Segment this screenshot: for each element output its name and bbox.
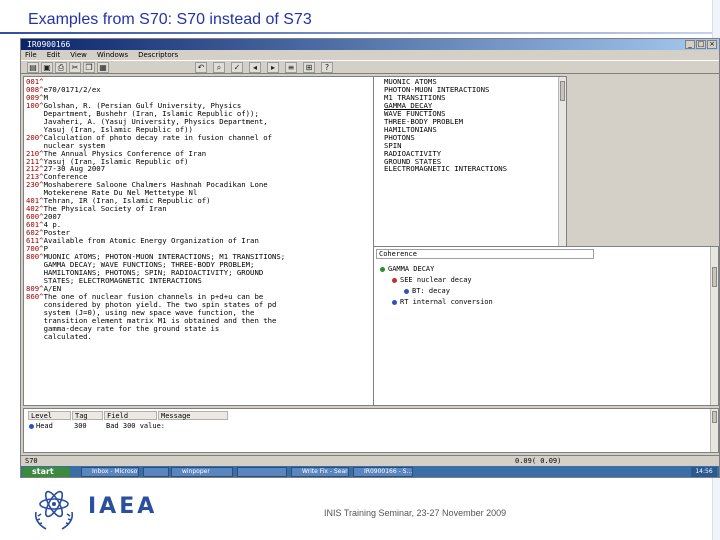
tree-node[interactable]: BT: decay bbox=[404, 287, 450, 295]
record-value: Available from Atomic Energy Organizatio… bbox=[43, 236, 259, 246]
tree-node[interactable]: GAMMA DECAY bbox=[380, 265, 434, 273]
start-button[interactable]: start bbox=[22, 467, 70, 477]
tree-node[interactable]: SEE nuclear decay bbox=[392, 276, 472, 284]
list-icon[interactable]: ≡ bbox=[285, 62, 297, 73]
window-controls: _ □ × bbox=[685, 40, 717, 49]
cut-icon[interactable]: ✂ bbox=[69, 62, 81, 73]
thesaurus-scrollbar[interactable] bbox=[710, 247, 718, 405]
taskbar-task[interactable]: winpoper bbox=[171, 467, 233, 477]
check-icon[interactable]: ✓ bbox=[231, 62, 243, 73]
descriptor-scroll-thumb[interactable] bbox=[560, 81, 565, 101]
status-bar: S70 0.09( 0.09) bbox=[21, 455, 719, 466]
record-value: The Physical Society of Iran bbox=[43, 204, 167, 214]
menu-descriptors[interactable]: Descriptors bbox=[138, 50, 178, 60]
taskbar: start Inbox - Microsoft ... winpoper Write… bbox=[21, 466, 719, 477]
tree-node-icon bbox=[404, 288, 409, 294]
find-icon[interactable]: ⌕ bbox=[213, 62, 225, 73]
forward-icon[interactable]: ▸ bbox=[267, 62, 279, 73]
close-button[interactable]: × bbox=[707, 40, 717, 49]
taskbar-task[interactable]: Write Fix - Search... bbox=[291, 467, 349, 477]
message-column-header[interactable]: Level bbox=[28, 411, 71, 420]
open-icon[interactable]: ▤ bbox=[27, 62, 39, 73]
descriptor-lines: MUONIC ATOMS PHOTON-MUON INTERACTIONS M1 T… bbox=[384, 78, 507, 173]
tree-node-icon bbox=[392, 277, 397, 283]
tree-icon[interactable]: ⊞ bbox=[303, 62, 315, 73]
menu-file[interactable]: File bbox=[25, 50, 37, 60]
tree-node[interactable]: RT internal conversion bbox=[392, 298, 493, 306]
minimize-button[interactable]: _ bbox=[685, 40, 695, 49]
descriptor-scrollbar[interactable] bbox=[558, 77, 566, 265]
undo-icon[interactable]: ↶ bbox=[195, 62, 207, 73]
taskbar-task[interactable]: Inbox - Microsoft ... bbox=[81, 467, 139, 477]
application-screenshot: IR0900166 _ □ × File Edit View Windows D… bbox=[20, 38, 720, 478]
maximize-button[interactable]: □ bbox=[696, 40, 706, 49]
descriptor-list[interactable]: MUONIC ATOMS PHOTON-MUON INTERACTIONS M1 T… bbox=[373, 76, 567, 266]
message-cell: 300 bbox=[74, 422, 87, 430]
record-value: calculated. bbox=[26, 331, 92, 341]
message-column-header[interactable]: Tag bbox=[72, 411, 103, 420]
status-left: S70 bbox=[25, 457, 38, 465]
record-lines: 001^ 008^e70/0171/2/ex 009^M 100^Golshan, R… bbox=[26, 78, 285, 340]
record-line: 008^e70/0171/2/ex bbox=[26, 84, 285, 94]
iaea-logo-icon bbox=[34, 490, 74, 530]
thesaurus-search-input[interactable]: Coherence bbox=[376, 249, 594, 259]
iaea-wordmark: IAEA bbox=[88, 494, 158, 519]
tree-node-label: RT internal conversion bbox=[400, 298, 493, 306]
tree-node-icon bbox=[380, 266, 385, 272]
message-level-icon bbox=[29, 424, 34, 429]
menu-view[interactable]: View bbox=[70, 50, 87, 60]
record-line: 600^2007 bbox=[26, 213, 285, 221]
toolbar: ▤ ▣ ⎙ ✂ ❐ ▦ ↶ ⌕ ✓ ◂ ▸ ≡ ⊞? bbox=[21, 60, 719, 74]
title-rule bbox=[0, 32, 720, 34]
record-line: 611^Available from Atomic Energy Organiz… bbox=[26, 237, 285, 245]
window-titlebar: IR0900166 _ □ × bbox=[21, 39, 719, 50]
back-icon[interactable]: ◂ bbox=[249, 62, 261, 73]
save-icon[interactable]: ▣ bbox=[41, 62, 53, 73]
message-cell: Head bbox=[36, 422, 53, 430]
taskbar-task[interactable] bbox=[143, 467, 169, 477]
menubar: File Edit View Windows Descriptors bbox=[21, 50, 719, 60]
taskbar-task[interactable] bbox=[237, 467, 287, 477]
record-value: e70/0171/2/ex bbox=[43, 84, 101, 94]
taskbar-clock: 14:56 bbox=[691, 467, 717, 477]
tree-node-label: SEE nuclear decay bbox=[400, 276, 472, 284]
message-panel[interactable]: Level Tag Field Message Head 300 Bad 300 value… bbox=[23, 408, 719, 453]
tree-node-icon bbox=[392, 299, 397, 305]
message-column-header[interactable]: Message bbox=[158, 411, 228, 420]
message-column-header[interactable]: Field bbox=[104, 411, 157, 420]
help-icon[interactable]: ? bbox=[321, 62, 333, 73]
record-line: calculated. bbox=[26, 331, 285, 341]
thesaurus-scroll-thumb[interactable] bbox=[712, 267, 717, 287]
paste-icon[interactable]: ▦ bbox=[97, 62, 109, 73]
taskbar-task[interactable]: IR0900166 - S... bbox=[353, 467, 413, 477]
record-line: 402^The Physical Society of Iran bbox=[26, 205, 285, 213]
menu-edit[interactable]: Edit bbox=[47, 50, 61, 60]
record-editor[interactable]: 001^ 008^e70/0171/2/ex 009^M 100^Golshan, R… bbox=[23, 76, 389, 406]
print-icon[interactable]: ⎙ bbox=[55, 62, 67, 73]
thesaurus-panel[interactable]: Coherence GAMMA DECAY SEE nuclear decay BT… bbox=[373, 246, 719, 406]
tree-node-label: GAMMA DECAY bbox=[388, 265, 435, 273]
message-scroll-thumb[interactable] bbox=[712, 411, 717, 423]
window-title: IR0900166 bbox=[27, 40, 71, 49]
slide-footer: INIS Training Seminar, 23-27 November 20… bbox=[324, 508, 507, 518]
copy-icon[interactable]: ❐ bbox=[83, 62, 95, 73]
descriptor-item[interactable]: PHOTONS bbox=[384, 133, 507, 142]
slide-title: Examples from S70: S70 instead of S73 bbox=[28, 11, 312, 28]
message-cell: Bad 300 value: bbox=[106, 422, 166, 430]
descriptor-item[interactable]: ELECTROMAGNETIC INTERACTIONS bbox=[384, 165, 507, 173]
message-scrollbar[interactable] bbox=[710, 409, 718, 452]
record-line: STATES; ELECTROMAGNETIC INTERACTIONS bbox=[26, 276, 285, 285]
menu-windows[interactable]: Windows bbox=[97, 50, 128, 60]
tree-node-label: BT: decay bbox=[412, 287, 450, 295]
status-right: 0.09( 0.09) bbox=[515, 457, 562, 465]
